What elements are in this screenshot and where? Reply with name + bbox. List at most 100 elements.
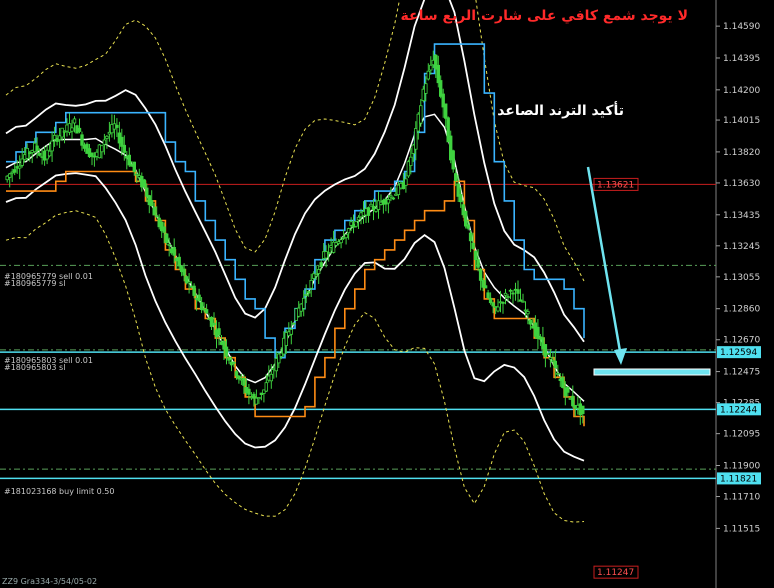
candle-body (77, 127, 82, 132)
candle-body (488, 297, 493, 304)
trend-arrow-icon (586, 166, 627, 365)
candle-body (132, 161, 136, 172)
candle-body (483, 285, 488, 289)
candle-body (17, 165, 22, 169)
bollinger-bands (5, 0, 585, 523)
candle-body (386, 199, 391, 204)
candle-body (566, 386, 570, 393)
candle-body (528, 319, 533, 325)
candle-body (20, 158, 24, 166)
order-labels: #180965779 sell 0.01 #180965779 sl #1809… (4, 272, 114, 496)
candle-body (354, 221, 358, 227)
y-tick-label: 1.13245 (723, 242, 760, 252)
price-box-label: 1.11247 (597, 568, 634, 578)
y-tick-label: 1.13820 (723, 148, 760, 158)
candle-body (503, 292, 508, 296)
y-tick-label: 1.12860 (723, 305, 760, 315)
candle-body (232, 361, 236, 364)
candle-body (369, 203, 373, 207)
candle-body (309, 279, 313, 289)
candle-body (187, 281, 191, 284)
candle-body (546, 353, 550, 356)
candle-body (424, 83, 428, 94)
y-tick-label: 1.13435 (723, 211, 760, 221)
candle-body (581, 405, 585, 415)
candle-body (37, 152, 42, 156)
candle-body (458, 194, 463, 203)
candle-body (414, 128, 418, 150)
price-axis: 1.147901.145901.143951.142001.140151.138… (593, 22, 761, 579)
highlight-bar (593, 368, 711, 376)
price-box-label: 1.11821 (720, 474, 757, 484)
candle-body (471, 242, 475, 249)
candle-body (319, 262, 323, 268)
footer-label: ZZ9 Gra334-3/54/05-02 (2, 577, 97, 586)
candle-body (257, 396, 261, 400)
y-tick-label: 1.12670 (723, 336, 760, 346)
candle-body (463, 210, 468, 227)
candle-body (177, 256, 181, 267)
order-label: #181023168 buy limit 0.50 (4, 487, 114, 496)
candle-body (496, 306, 500, 312)
candle-body (526, 311, 530, 315)
candle-body (491, 302, 495, 307)
candle-body (389, 195, 393, 198)
price-box-label: 1.12594 (720, 348, 757, 358)
candle-body (127, 154, 131, 166)
candle-body (501, 301, 505, 304)
candle-body (149, 200, 154, 207)
candle-body (12, 169, 17, 173)
candle-body (142, 179, 146, 188)
y-tick-label: 1.12095 (723, 430, 760, 440)
y-tick-label: 1.11900 (723, 462, 760, 472)
candle-body (466, 224, 470, 229)
candle-body (289, 328, 293, 335)
candle-body (453, 173, 458, 182)
candle-body (511, 292, 515, 295)
candle-body (212, 322, 216, 326)
y-tick-label: 1.14395 (723, 54, 760, 64)
candle-body (506, 296, 510, 299)
candle-body (316, 269, 321, 274)
candle-body (247, 388, 251, 395)
trend-annotation: تأكيد الترند الصاعد (497, 101, 624, 119)
candle-body (366, 207, 371, 216)
candle-body (292, 322, 296, 325)
candle-body (314, 273, 318, 277)
candle-body (326, 252, 331, 255)
candle-body (476, 259, 480, 268)
candle-body (451, 150, 455, 170)
candle-body (473, 250, 478, 261)
top-annotation: لا يوجد شمع كافي على شارت الربع ساعة (401, 8, 688, 24)
candle-body (478, 268, 483, 281)
candle-body (516, 289, 520, 294)
candle-body (548, 357, 553, 360)
candle-body (339, 239, 343, 244)
candle-body (436, 64, 440, 84)
candle-body (154, 215, 159, 218)
band-outer-upper (5, 0, 585, 282)
y-tick-label: 1.13055 (723, 273, 760, 283)
candle-body (269, 373, 273, 382)
candle-body (35, 145, 39, 152)
candle-body (100, 145, 104, 153)
candle-body (217, 328, 221, 336)
candle-body (508, 289, 513, 292)
candle-body (344, 233, 348, 239)
candle-body (224, 346, 229, 357)
candle-body (429, 64, 433, 71)
candle-body (523, 309, 528, 312)
y-tick-label: 1.14015 (723, 116, 760, 126)
candle-body (306, 291, 311, 294)
candle-body (356, 216, 361, 221)
candle-body (135, 173, 139, 176)
candle-body (227, 357, 231, 361)
candle-body (556, 372, 560, 375)
band-outer-lower (5, 210, 585, 523)
candle-body (521, 300, 525, 303)
price-box-label: 1.12244 (720, 405, 757, 415)
candle-body (486, 292, 490, 299)
candle-body (172, 246, 176, 256)
candle-body (242, 377, 246, 386)
candle-body (204, 309, 209, 314)
